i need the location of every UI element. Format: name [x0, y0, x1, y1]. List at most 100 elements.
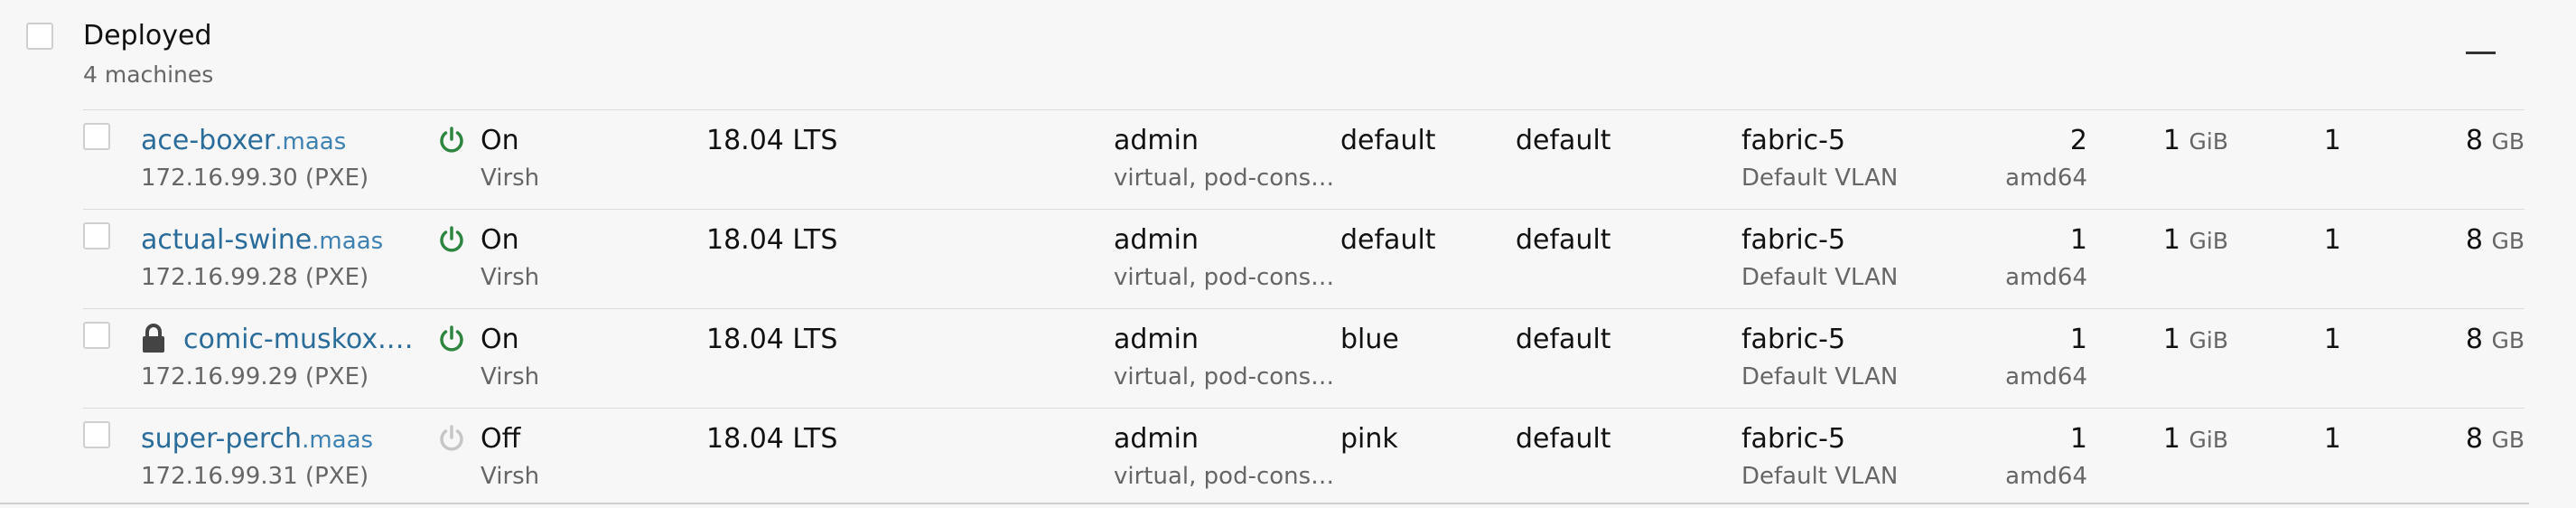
pool: blue	[1340, 324, 1399, 355]
fabric: fabric-5	[1741, 324, 1846, 355]
machine-hostname: ace-boxer	[141, 125, 275, 156]
machine-hostname: actual-swine	[141, 224, 313, 256]
memory-unit: GiB	[2189, 427, 2228, 453]
power-icon	[435, 323, 468, 355]
memory: 1 GiB	[2163, 324, 2228, 355]
row-divider	[0, 503, 2529, 504]
power-state: On	[481, 224, 519, 256]
memory: 1 GiB	[2163, 125, 2228, 156]
power-icon	[435, 124, 468, 156]
storage: 8 GB	[2466, 324, 2525, 355]
zone: default	[1516, 224, 1611, 256]
os-release: 18.04 LTS	[706, 324, 838, 355]
tags: virtual, pod-cons…	[1114, 264, 1335, 291]
os-release: 18.04 LTS	[706, 224, 838, 256]
machine-hostname-link[interactable]: actual-swine.maas	[141, 224, 383, 256]
machine-hostname-link[interactable]: ace-boxer.maas	[141, 125, 346, 156]
architecture: amd64	[2005, 264, 2087, 291]
machine-hostname-link[interactable]: comic-muskox.…	[183, 324, 414, 355]
machine-ip: 172.16.99.31 (PXE)	[141, 463, 369, 490]
architecture: amd64	[2005, 463, 2087, 490]
machine-select-checkbox[interactable]	[83, 123, 110, 150]
machine-select-checkbox[interactable]	[83, 222, 110, 249]
memory-value: 1	[2162, 324, 2180, 355]
vlan: Default VLAN	[1741, 463, 1899, 490]
zone: default	[1516, 125, 1611, 156]
machine-ip: 172.16.99.29 (PXE)	[141, 363, 369, 390]
machine-row[interactable]: actual-swine.maas 172.16.99.28 (PXE) On …	[83, 209, 2525, 309]
zone: default	[1516, 423, 1611, 455]
machine-ip: 172.16.99.28 (PXE)	[141, 264, 369, 291]
vlan: Default VLAN	[1741, 165, 1899, 192]
machine-domain: .maas	[275, 128, 347, 155]
group-title: Deployed	[83, 20, 212, 52]
cpu-cores: 1	[2069, 224, 2087, 256]
memory-value: 1	[2162, 423, 2180, 455]
disks: 1	[2323, 224, 2341, 256]
storage: 8 GB	[2466, 423, 2525, 455]
zone: default	[1516, 324, 1611, 355]
storage-unit: GB	[2491, 128, 2525, 155]
memory-unit: GiB	[2189, 128, 2228, 155]
fabric: fabric-5	[1741, 423, 1846, 455]
storage-unit: GB	[2491, 427, 2525, 453]
power-state: On	[481, 324, 519, 355]
storage-unit: GB	[2491, 327, 2525, 353]
machine-select-checkbox[interactable]	[83, 322, 110, 349]
group-select-checkbox[interactable]	[26, 23, 53, 50]
machine-row[interactable]: super-perch.maas 172.16.99.31 (PXE) Off …	[83, 408, 2525, 508]
storage-value: 8	[2465, 224, 2483, 256]
owner: admin	[1114, 224, 1199, 256]
memory: 1 GiB	[2163, 423, 2228, 455]
owner: admin	[1114, 423, 1199, 455]
machine-hostname: comic-muskox.…	[183, 324, 414, 355]
disks: 1	[2323, 423, 2341, 455]
storage: 8 GB	[2466, 125, 2525, 156]
group-machine-count: 4 machines	[83, 61, 214, 88]
cpu-cores: 1	[2069, 423, 2087, 455]
owner: admin	[1114, 324, 1199, 355]
power-type: Virsh	[481, 463, 540, 490]
power-type: Virsh	[481, 363, 540, 390]
power-icon	[435, 422, 468, 455]
os-release: 18.04 LTS	[706, 125, 838, 156]
fabric: fabric-5	[1741, 125, 1846, 156]
pool: default	[1340, 224, 1436, 256]
power-state: Off	[481, 423, 521, 455]
machine-row[interactable]: comic-muskox.… 172.16.99.29 (PXE) On Vir…	[83, 308, 2525, 409]
disks: 1	[2323, 324, 2341, 355]
tags: virtual, pod-cons…	[1114, 363, 1335, 390]
tags: virtual, pod-cons…	[1114, 165, 1335, 192]
pool: default	[1340, 125, 1436, 156]
fabric: fabric-5	[1741, 224, 1846, 256]
machine-select-checkbox[interactable]	[83, 421, 110, 448]
collapse-group-button[interactable]	[2464, 36, 2527, 72]
owner: admin	[1114, 125, 1199, 156]
vlan: Default VLAN	[1741, 264, 1899, 291]
power-type: Virsh	[481, 264, 540, 291]
storage-unit: GB	[2491, 228, 2525, 254]
storage-value: 8	[2465, 423, 2483, 455]
architecture: amd64	[2005, 165, 2087, 192]
machine-domain: .maas	[312, 228, 384, 255]
power-icon	[435, 223, 468, 256]
machine-domain: .maas	[302, 427, 374, 454]
memory: 1 GiB	[2163, 224, 2228, 256]
storage-value: 8	[2465, 324, 2483, 355]
vlan: Default VLAN	[1741, 363, 1899, 390]
machine-row[interactable]: ace-boxer.maas 172.16.99.30 (PXE) On Vir…	[83, 109, 2525, 210]
storage: 8 GB	[2466, 224, 2525, 256]
memory-unit: GiB	[2189, 327, 2228, 353]
machine-hostname: super-perch	[141, 423, 303, 455]
machine-ip: 172.16.99.30 (PXE)	[141, 165, 369, 192]
cpu-cores: 1	[2069, 324, 2087, 355]
memory-value: 1	[2162, 125, 2180, 156]
storage-value: 8	[2465, 125, 2483, 156]
machine-hostname-link[interactable]: super-perch.maas	[141, 423, 373, 455]
lock-icon	[140, 324, 167, 354]
memory-value: 1	[2162, 224, 2180, 256]
cpu-cores: 2	[2069, 125, 2087, 156]
collapse-icon	[2466, 52, 2496, 54]
tags: virtual, pod-cons…	[1114, 463, 1335, 490]
os-release: 18.04 LTS	[706, 423, 838, 455]
